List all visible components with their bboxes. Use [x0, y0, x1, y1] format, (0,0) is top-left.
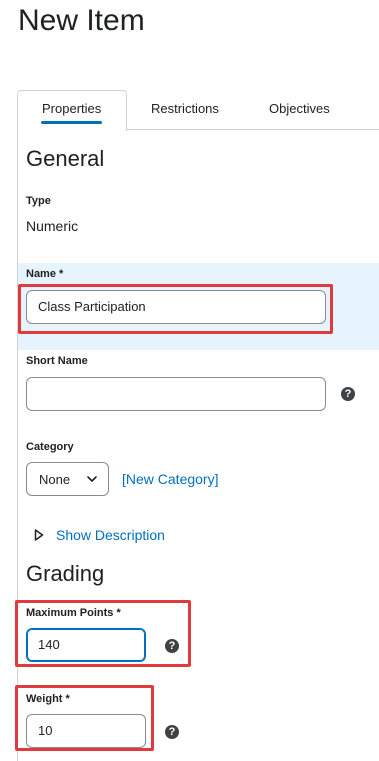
page-title: New Item	[18, 4, 145, 37]
short-name-input[interactable]	[26, 377, 326, 411]
help-icon[interactable]: ?	[165, 725, 179, 739]
tab-restrictions[interactable]: Restrictions	[151, 101, 219, 116]
show-description-link[interactable]: Show Description	[56, 527, 165, 543]
max-points-label: Maximum Points *	[26, 607, 121, 619]
tab-strip: Properties Restrictions Objectives	[0, 90, 379, 131]
help-icon[interactable]: ?	[165, 639, 179, 653]
help-icon[interactable]: ?	[341, 387, 355, 401]
type-value: Numeric	[26, 218, 79, 234]
weight-input[interactable]: 10	[26, 714, 146, 748]
triangle-right-icon[interactable]	[34, 529, 44, 541]
max-points-input[interactable]: 140	[26, 628, 146, 662]
weight-label: Weight *	[26, 693, 70, 705]
short-name-label: Short Name	[26, 355, 88, 367]
grading-heading: Grading	[26, 561, 105, 586]
chevron-down-icon	[87, 476, 97, 482]
name-label: Name *	[26, 268, 64, 280]
category-select[interactable]: None	[26, 462, 109, 496]
active-tab-indicator	[41, 121, 102, 124]
new-category-link[interactable]: [New Category]	[122, 471, 218, 487]
name-input[interactable]: Class Participation	[26, 290, 326, 324]
tab-objectives[interactable]: Objectives	[269, 101, 330, 116]
category-selected-value: None	[39, 472, 71, 487]
category-label: Category	[26, 441, 74, 453]
type-label: Type	[26, 195, 51, 207]
tab-properties[interactable]: Properties	[42, 101, 101, 116]
general-heading: General	[26, 146, 105, 171]
